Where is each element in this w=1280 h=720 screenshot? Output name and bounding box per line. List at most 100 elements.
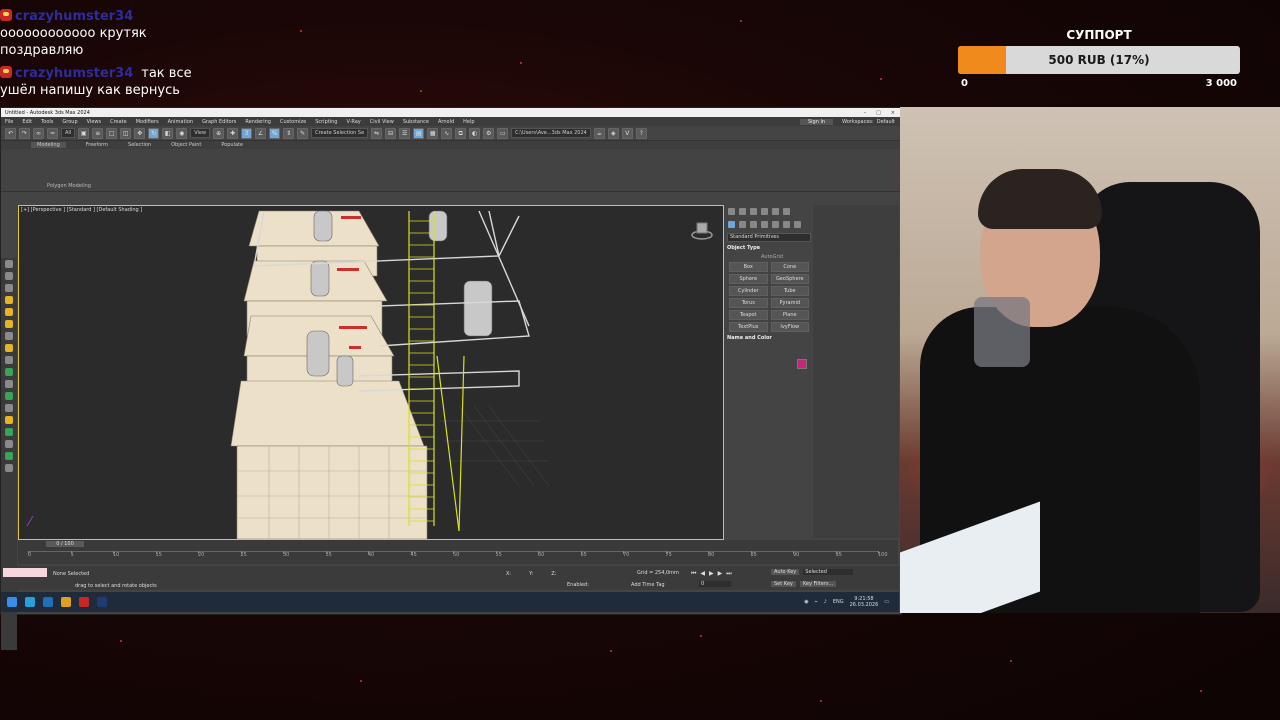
key-filters-button[interactable]: Key Filters... [799, 581, 837, 587]
menu-item-arnold[interactable]: Arnold [438, 119, 454, 125]
snap-toggle-icon[interactable]: 3 [241, 127, 253, 139]
torus-button[interactable]: Torus [729, 298, 768, 308]
maxscript-listener[interactable] [3, 568, 47, 577]
pan-icon[interactable] [5, 260, 13, 268]
workspace-value[interactable]: Default [877, 119, 895, 125]
select-by-name-icon[interactable]: ≡ [92, 127, 104, 139]
taskbar-clock[interactable]: 9:21:58 26.03.2026 [850, 596, 879, 608]
object-type-rollout[interactable]: Object Type [727, 245, 811, 251]
shapes-icon[interactable] [739, 221, 746, 228]
link-icon[interactable]: ∞ [33, 127, 44, 139]
ribbon-tab-modeling[interactable]: Modeling [31, 142, 66, 148]
perspective-viewport[interactable]: [+] [Perspective ] [Standard ] [Default … [18, 205, 724, 540]
ribbon-tab-populate[interactable]: Populate [221, 142, 243, 148]
cone-button[interactable]: Cone [770, 262, 809, 272]
helpers-icon[interactable] [772, 221, 779, 228]
help-icon[interactable]: ? [635, 127, 647, 139]
fire-icon[interactable] [5, 416, 13, 424]
menu-item-tools[interactable]: Tools [41, 119, 53, 125]
menu-item-customize[interactable]: Customize [280, 119, 306, 125]
lights-icon[interactable] [750, 221, 757, 228]
move-icon[interactable]: ✥ [134, 127, 146, 139]
geosphere-button[interactable]: GeoSphere [770, 274, 809, 284]
scene-explorer-icon[interactable]: ☰ [399, 127, 411, 139]
window-crossing-icon[interactable]: ◫ [120, 127, 132, 139]
spot-icon[interactable] [5, 344, 13, 352]
play-icon[interactable]: ▶ [709, 570, 714, 578]
minimize-icon[interactable]: – [864, 110, 867, 116]
auto-key-button[interactable]: Auto Key [771, 569, 800, 575]
3dsmax-icon[interactable] [43, 597, 53, 607]
object-color-swatch[interactable] [797, 359, 807, 369]
render-icon[interactable]: ☕ [593, 127, 605, 139]
previous-frame-icon[interactable]: ◀ [700, 570, 705, 578]
plane-button[interactable]: Plane [770, 310, 809, 320]
go-to-start-icon[interactable]: ⏮ [691, 570, 696, 578]
modify-tab-icon[interactable] [739, 208, 746, 215]
hierarchy-tab-icon[interactable] [750, 208, 757, 215]
language-indicator[interactable]: ENG [833, 599, 844, 605]
go-to-end-icon[interactable]: ⏭ [726, 570, 731, 578]
ribbon-group-label[interactable]: Polygon Modeling [47, 183, 91, 189]
chrome-icon[interactable] [61, 597, 71, 607]
space-warps-icon[interactable] [783, 221, 790, 228]
time-slider[interactable]: 0 / 100 [46, 541, 84, 547]
zoom-icon[interactable] [5, 284, 13, 292]
helper-icon[interactable] [5, 380, 13, 388]
schematic-view-icon[interactable]: ⧉ [455, 127, 467, 139]
undo-icon[interactable]: ↶ [5, 127, 16, 139]
plant-icon[interactable] [5, 428, 13, 436]
reference-coordinate-dropdown[interactable]: View [190, 128, 211, 138]
display-tab-icon[interactable] [772, 208, 779, 215]
ribbon-tab-freeform[interactable]: Freeform [86, 142, 108, 148]
spinner-snap-icon[interactable]: ⇕ [283, 127, 295, 139]
foliage-icon[interactable] [5, 392, 13, 400]
box-icon[interactable] [5, 356, 13, 364]
scatter-icon[interactable] [5, 464, 13, 472]
workspace-selector[interactable]: Workspaces: Default [842, 119, 901, 125]
angle-snap-icon[interactable]: ∠ [255, 127, 267, 139]
cylinder-button[interactable]: Cylinder [729, 286, 768, 296]
menu-item-edit[interactable]: Edit [22, 119, 32, 125]
create-tab-icon[interactable] [728, 208, 735, 215]
obs-icon[interactable] [79, 597, 89, 607]
select-object-icon[interactable]: ▣ [78, 127, 90, 139]
primitive-category-dropdown[interactable]: Standard Primitives [727, 233, 811, 242]
menu-item-animation[interactable]: Animation [168, 119, 194, 125]
add-time-tag[interactable]: Add Time Tag [631, 582, 665, 588]
ribbon-tab-selection[interactable]: Selection [128, 142, 151, 148]
menu-item-create[interactable]: Create [110, 119, 127, 125]
pivot-icon[interactable]: ⊕ [213, 127, 225, 139]
menu-item-graph-editors[interactable]: Graph Editors [202, 119, 236, 125]
name-and-color-rollout[interactable]: Name and Color [727, 335, 811, 341]
x-coord-label[interactable]: X: [506, 571, 511, 577]
render-setup-icon[interactable]: ⚙ [483, 127, 495, 139]
track-bar[interactable]: 0 5 10 15 20 25 30 35 40 45 50 55 60 65 70 75 80 85 90 95 10… [28, 551, 888, 564]
network-icon[interactable]: ⌁ [815, 599, 818, 605]
menu-item-file[interactable]: File [5, 119, 13, 125]
sun-icon[interactable] [5, 308, 13, 316]
material-editor-icon[interactable]: ◐ [469, 127, 481, 139]
menu-item-group[interactable]: Group [62, 119, 77, 125]
menu-item-views[interactable]: Views [87, 119, 101, 125]
ribbon-tab-object-paint[interactable]: Object Paint [171, 142, 201, 148]
ivyflow-button[interactable]: IvyFlow [770, 322, 809, 332]
geometry-icon[interactable] [728, 221, 735, 228]
systems-icon[interactable] [794, 221, 801, 228]
menu-item-scripting[interactable]: Scripting [315, 119, 337, 125]
utilities-tab-icon[interactable] [783, 208, 790, 215]
pyramid-button[interactable]: Pyramid [770, 298, 809, 308]
y-coord-label[interactable]: Y: [529, 571, 533, 577]
render-production-icon[interactable]: ◈ [607, 127, 619, 139]
shape-icon[interactable] [5, 440, 13, 448]
placement-icon[interactable]: ◉ [176, 127, 188, 139]
orbit-icon[interactable] [5, 272, 13, 280]
mirror-icon[interactable]: ⇋ [371, 127, 383, 139]
menu-item-modifiers[interactable]: Modifiers [136, 119, 159, 125]
sign-in-button[interactable]: Sign In [799, 118, 834, 125]
box-button[interactable]: Box [729, 262, 768, 272]
notification-icon[interactable]: ▭ [884, 599, 889, 605]
motion-tab-icon[interactable] [761, 208, 768, 215]
named-selection-dropdown[interactable]: Create Selection Se [311, 128, 369, 138]
start-icon[interactable] [7, 597, 17, 607]
